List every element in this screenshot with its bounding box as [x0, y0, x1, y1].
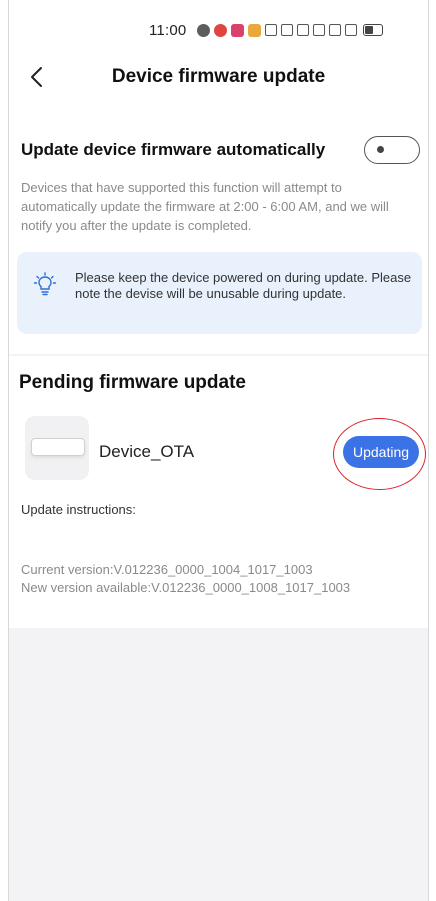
battery-icon	[363, 24, 383, 36]
device-name: Device_OTA	[99, 442, 195, 461]
pending-title: Pending firmware update	[19, 372, 246, 393]
message-icon	[248, 23, 261, 37]
notification-icon	[197, 23, 210, 37]
app-header: Device firmware update	[9, 52, 428, 104]
auto-update-toggle[interactable]	[364, 136, 420, 164]
current-version: Current version:V.012236_0000_1004_1017_…	[21, 562, 313, 577]
nfc-icon	[265, 24, 277, 36]
auto-update-description: Devices that have supported this functio…	[21, 180, 389, 233]
status-bar: 11:00	[9, 0, 428, 52]
updating-button[interactable]: Updating	[343, 436, 419, 468]
phone-frame: 11:00 Device firmware update Update devi…	[8, 0, 429, 901]
auto-update-title: Update device firmware automatically	[21, 140, 326, 159]
notice-text: Please keep the device powered on during…	[75, 270, 412, 301]
signal-icon	[345, 24, 357, 36]
new-version: New version available:V.012236_0000_1008…	[21, 580, 351, 595]
device-thumbnail	[25, 416, 89, 480]
vibrate-icon	[313, 24, 325, 36]
lightbulb-icon	[33, 272, 57, 296]
status-time: 11:00	[149, 22, 187, 39]
air-conditioner-icon	[31, 438, 85, 456]
page-title: Device firmware update	[111, 66, 326, 87]
mute-icon	[281, 24, 293, 36]
bluetooth-icon	[297, 24, 309, 36]
pending-update-card: Pending firmware update Device_OTA Updat…	[9, 356, 428, 628]
update-instructions-label: Update instructions:	[21, 502, 136, 517]
status-icons	[197, 21, 383, 39]
wifi-icon	[329, 24, 341, 36]
auto-update-card: Update device firmware automatically Dev…	[9, 104, 428, 354]
mail-icon	[231, 23, 244, 37]
toggle-knob	[377, 146, 384, 153]
notice-banner: Please keep the device powered on during…	[17, 252, 422, 334]
app-notification-icon	[214, 23, 227, 37]
